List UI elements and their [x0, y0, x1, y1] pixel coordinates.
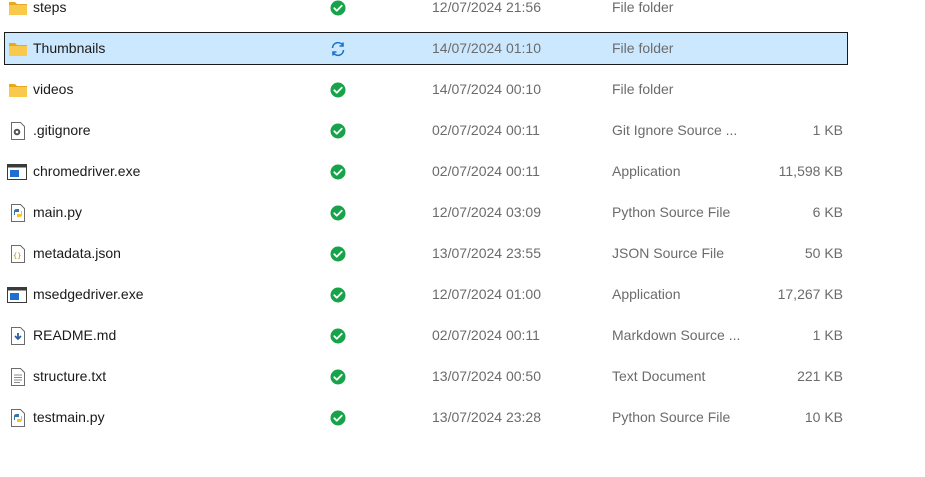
- synced-check-icon: [330, 279, 346, 310]
- application-icon: [7, 279, 27, 310]
- file-row[interactable]: steps 12/07/2024 21:56 File folder: [4, 0, 848, 24]
- file-type: Application: [612, 163, 681, 179]
- config-file-icon: [10, 115, 26, 146]
- synced-check-icon: [330, 197, 346, 228]
- syncing-icon: [330, 33, 346, 64]
- date-modified: 13/07/2024 00:50: [432, 368, 541, 384]
- json-file-icon: {}: [10, 238, 26, 269]
- synced-check-icon: [330, 74, 346, 105]
- folder-icon: [8, 74, 28, 105]
- file-type: File folder: [612, 40, 674, 56]
- file-type: File folder: [612, 81, 674, 97]
- date-modified: 13/07/2024 23:28: [432, 409, 541, 425]
- text-file-icon: [10, 361, 26, 392]
- file-type: Python Source File: [612, 409, 731, 425]
- date-modified: 14/07/2024 00:10: [432, 81, 541, 97]
- file-row[interactable]: .gitignore 02/07/2024 00:11 Git Ignore S…: [4, 114, 848, 147]
- file-name: main.py: [33, 204, 83, 220]
- file-name: Thumbnails: [33, 40, 106, 56]
- file-size: 11,598 KB: [778, 163, 843, 179]
- file-type: File folder: [612, 0, 674, 15]
- synced-check-icon: [330, 361, 346, 392]
- date-modified: 12/07/2024 03:09: [432, 204, 541, 220]
- file-name: metadata.json: [33, 245, 121, 261]
- synced-check-icon: [330, 238, 346, 269]
- file-type: Application: [612, 286, 681, 302]
- file-name: README.md: [33, 327, 117, 343]
- file-row[interactable]: testmain.py 13/07/2024 23:28 Python Sour…: [4, 401, 848, 434]
- file-name: msedgedriver.exe: [33, 286, 144, 302]
- file-size: 1 KB: [812, 122, 843, 138]
- file-name: videos: [33, 81, 74, 97]
- file-row[interactable]: msedgedriver.exe 12/07/2024 01:00 Applic…: [4, 278, 848, 311]
- file-size: 221 KB: [797, 368, 843, 384]
- folder-icon: [8, 33, 28, 64]
- file-size: 10 KB: [804, 409, 843, 425]
- folder-icon: [8, 0, 28, 23]
- file-type: JSON Source File: [612, 245, 725, 261]
- date-modified: 02/07/2024 00:11: [432, 122, 540, 138]
- file-row[interactable]: chromedriver.exe 02/07/2024 00:11 Applic…: [4, 155, 848, 188]
- file-row[interactable]: main.py 12/07/2024 03:09 Python Source F…: [4, 196, 848, 229]
- date-modified: 13/07/2024 23:55: [432, 245, 541, 261]
- file-row[interactable]: videos 14/07/2024 00:10 File folder: [4, 73, 848, 106]
- file-name: structure.txt: [33, 368, 107, 384]
- application-icon: [7, 156, 27, 187]
- file-name: .gitignore: [33, 122, 91, 138]
- date-modified: 14/07/2024 01:10: [432, 40, 541, 56]
- file-name: steps: [33, 0, 67, 15]
- python-file-icon: [10, 197, 26, 228]
- synced-check-icon: [330, 156, 346, 187]
- date-modified: 02/07/2024 00:11: [432, 163, 540, 179]
- markdown-file-icon: [10, 320, 26, 351]
- file-size: 50 KB: [804, 245, 843, 261]
- synced-check-icon: [330, 320, 346, 351]
- file-type: Python Source File: [612, 204, 731, 220]
- file-list: steps 12/07/2024 21:56 File folder Thumb…: [0, 0, 925, 477]
- file-row[interactable]: structure.txt 13/07/2024 00:50 Text Docu…: [4, 360, 848, 393]
- synced-check-icon: [330, 115, 346, 146]
- file-type: Git Ignore Source ...: [612, 122, 738, 138]
- file-row[interactable]: README.md 02/07/2024 00:11 Markdown Sour…: [4, 319, 848, 352]
- file-row[interactable]: Thumbnails 14/07/2024 01:10 File folder: [4, 32, 848, 65]
- file-size: 1 KB: [812, 327, 843, 343]
- file-size: 6 KB: [812, 204, 843, 220]
- synced-check-icon: [330, 402, 346, 433]
- file-row[interactable]: {} metadata.json 13/07/2024 23:55 JSON S…: [4, 237, 848, 270]
- python-file-icon: [10, 402, 26, 433]
- svg-text:{}: {}: [13, 252, 21, 260]
- file-size: 17,267 KB: [777, 286, 843, 302]
- file-type: Text Document: [612, 368, 706, 384]
- date-modified: 02/07/2024 00:11: [432, 327, 540, 343]
- file-name: chromedriver.exe: [33, 163, 141, 179]
- file-type: Markdown Source ...: [612, 327, 741, 343]
- date-modified: 12/07/2024 01:00: [432, 286, 541, 302]
- synced-check-icon: [330, 0, 346, 23]
- file-name: testmain.py: [33, 409, 105, 425]
- date-modified: 12/07/2024 21:56: [432, 0, 541, 15]
